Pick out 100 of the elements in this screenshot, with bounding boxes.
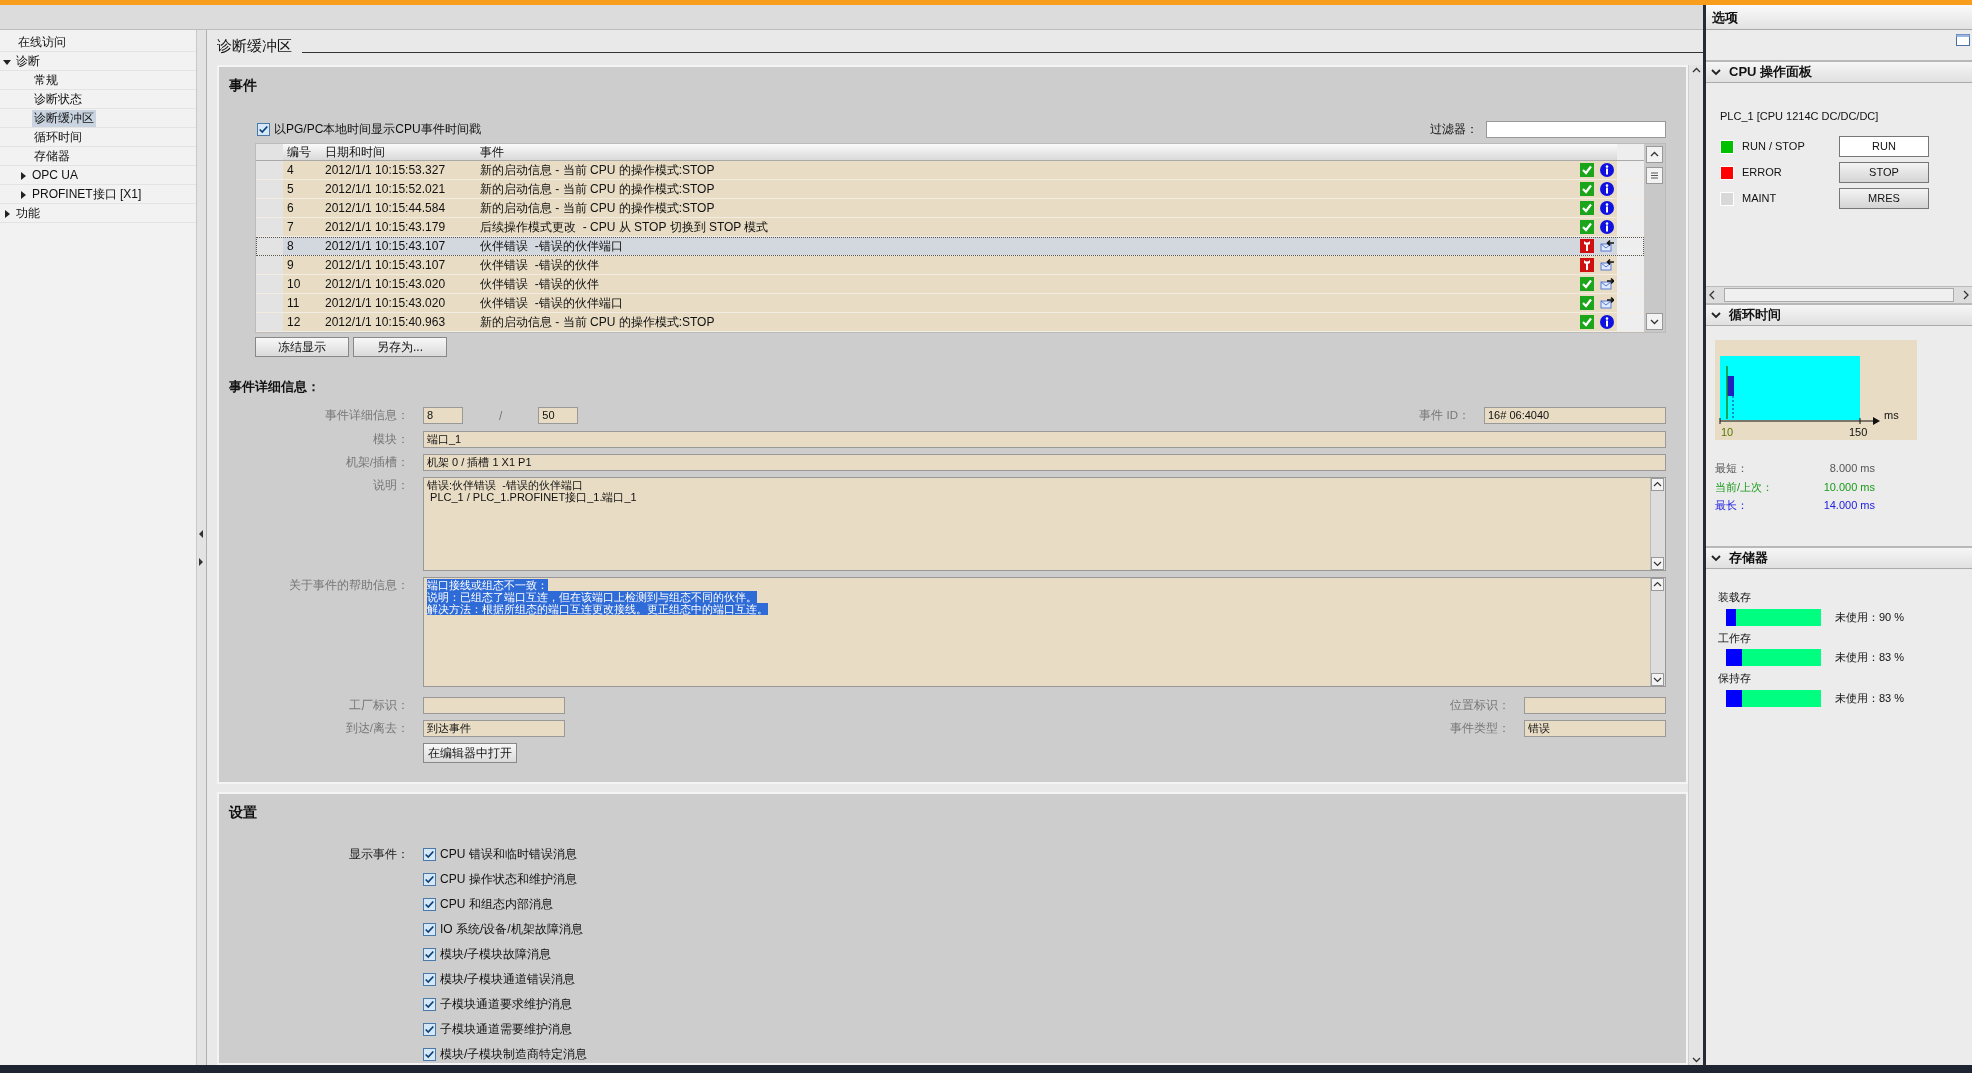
- tree-item[interactable]: 诊断: [14, 53, 42, 70]
- text-field[interactable]: 错误: [1524, 720, 1666, 738]
- table-cell-text: 新的启动信息 - 当前 CPU 的操作模式:STOP: [479, 162, 716, 179]
- window-icon[interactable]: [1956, 34, 1970, 46]
- table-cell-text: 2012/1/1 10:15:53.327: [324, 162, 447, 179]
- horizontal-scrollbar[interactable]: [1706, 286, 1972, 303]
- checkbox-label: 以PG/PC本地时间显示CPU事件时间戳: [274, 121, 481, 138]
- page-title: 诊断缓冲区: [217, 35, 292, 56]
- table-cell-text: 伙伴错误 -错误的伙伴端口: [479, 238, 624, 255]
- tree-item[interactable]: 常规: [32, 72, 60, 89]
- checkbox[interactable]: [423, 897, 436, 911]
- checkbox-label: IO 系统/设备/机架故障消息: [440, 921, 583, 938]
- text-line: 错误:伙伴错误 -错误的伙伴端口: [427, 479, 584, 491]
- tree-item[interactable]: 诊断状态: [32, 91, 84, 108]
- event-row[interactable]: 5 2012/1/1 10:15:52.021 新的启动信息 - 当前 CPU 的操作模式:STOP: [256, 180, 1644, 199]
- column-header[interactable]: 事件: [476, 144, 1577, 160]
- table-cell-text: 11: [286, 295, 301, 312]
- text-field[interactable]: 机架 0 / 插槽 1 X1 P1: [423, 453, 1666, 471]
- action-button[interactable]: 另存为...: [353, 337, 447, 357]
- textarea-scrollbar[interactable]: [1650, 478, 1665, 570]
- text-field[interactable]: 8: [423, 407, 463, 424]
- table-cell-text: 10: [286, 276, 302, 293]
- expand-arrow-icon[interactable]: [199, 557, 204, 566]
- field-label: 机架/插槽：: [344, 454, 409, 470]
- field-label: 事件详细信息：: [324, 407, 409, 423]
- tree-item[interactable]: 循环时间: [32, 129, 84, 146]
- checkbox[interactable]: [423, 947, 436, 961]
- scroll-down-icon[interactable]: [1651, 673, 1664, 686]
- open-in-editor-button[interactable]: 在编辑器中打开: [423, 742, 517, 763]
- envelope-left-arrow-icon: [1600, 258, 1614, 272]
- table-cell-text: 伙伴错误 -错误的伙伴端口: [479, 295, 624, 312]
- table-cell-text: 新的启动信息 - 当前 CPU 的操作模式:STOP: [479, 314, 716, 331]
- event-row[interactable]: 4 2012/1/1 10:15:53.327 新的启动信息 - 当前 CPU 的操作模式:STOP: [256, 161, 1644, 180]
- column-header[interactable]: 日期和时间: [321, 144, 476, 160]
- checkbox-label: CPU 和组态内部消息: [440, 896, 553, 913]
- field-label: 到达/离去：: [344, 721, 409, 737]
- tree-item[interactable]: PROFINET接口 [X1]: [30, 186, 144, 203]
- tree-item[interactable]: 诊断缓冲区: [32, 110, 96, 127]
- row-selector[interactable]: [256, 237, 283, 255]
- memory-label: 工作存: [1718, 630, 1752, 646]
- checkbox[interactable]: [423, 847, 436, 861]
- event-row[interactable]: 9 2012/1/1 10:15:43.107 伙伴错误 -错误的伙伴: [256, 256, 1644, 275]
- event-row[interactable]: 10 2012/1/1 10:15:43.020 伙伴错误 -错误的伙伴: [256, 275, 1644, 294]
- scroll-thumb-icon[interactable]: [1650, 171, 1659, 180]
- event-row[interactable]: 12 2012/1/1 10:15:40.963 新的启动信息 - 当前 CPU 的操作模式:STOP: [256, 313, 1644, 332]
- checkbox-label: 模块/子模块制造商特定消息: [440, 1046, 588, 1063]
- checkbox-label: CPU 操作状态和维护消息: [440, 871, 577, 888]
- section-header[interactable]: 存储器: [1706, 546, 1972, 569]
- event-row[interactable]: 7 2012/1/1 10:15:43.179 后续操作模式更改 - CPU 从 STOP 切换到 STOP 模式: [256, 218, 1644, 237]
- mode-button[interactable]: MRES: [1839, 188, 1929, 209]
- scroll-up-icon[interactable]: [1651, 578, 1664, 591]
- checkbox[interactable]: [423, 872, 436, 886]
- checkbox[interactable]: [423, 1047, 436, 1061]
- collapsed-triangle-icon[interactable]: [2, 209, 12, 220]
- text-field[interactable]: 50: [538, 407, 579, 424]
- vertical-scrollbar[interactable]: [1688, 65, 1703, 1065]
- collapsed-triangle-icon[interactable]: [18, 190, 28, 201]
- tree-item[interactable]: OPC UA: [30, 167, 80, 184]
- field-label: 工厂标识：: [348, 698, 409, 713]
- field-label: 显示事件：: [348, 846, 409, 863]
- memory-label: 保持存: [1718, 671, 1752, 686]
- field-label: 事件 ID：: [1419, 407, 1470, 423]
- memory-reading: 未使用：83 %: [1835, 650, 1905, 666]
- envelope-right-arrow-icon: [1600, 296, 1614, 310]
- table-cell-text: 7: [286, 219, 295, 236]
- mode-button[interactable]: STOP: [1839, 162, 1929, 183]
- collapsed-triangle-icon[interactable]: [18, 171, 28, 182]
- separator-text: /: [499, 407, 503, 425]
- scroll-up-icon[interactable]: [1651, 478, 1664, 491]
- event-row[interactable]: 6 2012/1/1 10:15:44.584 新的启动信息 - 当前 CPU 的操作模式:STOP: [256, 199, 1644, 218]
- table-scrollbar[interactable]: [1644, 144, 1665, 332]
- scroll-down-icon[interactable]: [1651, 557, 1664, 570]
- section-header[interactable]: 循环时间: [1706, 303, 1972, 326]
- column-header[interactable]: 编号: [283, 144, 321, 160]
- checkbox[interactable]: [423, 997, 436, 1011]
- tree-item[interactable]: 功能: [14, 205, 42, 222]
- event-row[interactable]: 8 2012/1/1 10:15:43.107 伙伴错误 -错误的伙伴端口: [256, 237, 1644, 256]
- checkbox[interactable]: [423, 972, 436, 986]
- table-cell-text: 8: [286, 238, 295, 255]
- text-field[interactable]: 到达事件: [423, 720, 565, 738]
- text-field[interactable]: [1524, 697, 1666, 715]
- event-row[interactable]: 11 2012/1/1 10:15:43.020 伙伴错误 -错误的伙伴端口: [256, 294, 1644, 313]
- checkbox[interactable]: [423, 1022, 436, 1036]
- checkbox[interactable]: [257, 122, 270, 136]
- text-field[interactable]: [423, 697, 565, 715]
- filter-field[interactable]: [1486, 120, 1666, 138]
- text-field[interactable]: 端口_1: [423, 430, 1666, 448]
- tree-item[interactable]: 存储器: [32, 148, 72, 165]
- checkbox-label: CPU 错误和临时错误消息: [440, 846, 577, 863]
- mode-button[interactable]: RUN: [1839, 136, 1929, 157]
- collapse-arrow-icon[interactable]: [199, 529, 204, 538]
- text-field[interactable]: 16# 06:4040: [1484, 407, 1666, 424]
- textarea-scrollbar[interactable]: [1650, 578, 1665, 686]
- tree-item[interactable]: 在线访问: [16, 34, 68, 51]
- stat-label: 最长：: [1715, 498, 1749, 513]
- action-button[interactable]: 冻结显示: [255, 337, 349, 357]
- table-cell-text: 5: [286, 181, 295, 198]
- section-header[interactable]: CPU 操作面板: [1706, 60, 1972, 83]
- info-icon: [1600, 182, 1614, 196]
- checkbox[interactable]: [423, 922, 436, 936]
